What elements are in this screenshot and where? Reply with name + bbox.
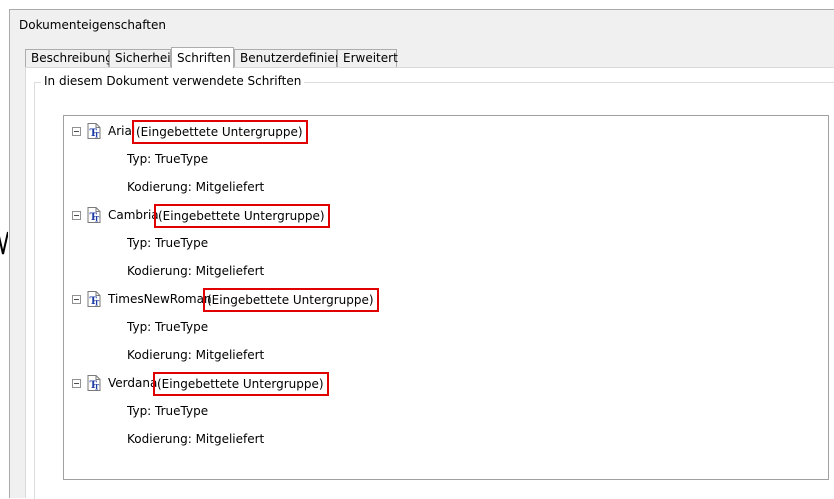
font-type: Typ: TrueType xyxy=(127,320,209,334)
collapse-toggle-icon[interactable] xyxy=(72,211,81,220)
document-properties-dialog: Dokumenteigenschaften Beschreibung Siche… xyxy=(9,9,834,499)
font-name: Cambria xyxy=(108,208,159,222)
tab-sicherheit[interactable]: Sicherheit xyxy=(109,49,175,67)
tab-erweitert[interactable]: Erweitert xyxy=(337,49,398,67)
collapse-toggle-icon[interactable] xyxy=(72,127,81,136)
dialog-title: Dokumenteigenschaften xyxy=(19,18,166,32)
svg-text:T: T xyxy=(94,131,100,140)
font-tree[interactable]: T T Arial (Eingebettete Untergruppe) Typ… xyxy=(63,115,829,480)
embedded-subset-label: (Eingebettete Untergruppe) xyxy=(153,372,329,396)
tab-benutzerdefiniert[interactable]: Benutzerdefiniert xyxy=(234,49,344,67)
tab-schriften[interactable]: Schriften xyxy=(171,47,234,68)
schriften-tab-panel: In diesem Dokument verwendete Schriften … xyxy=(25,67,834,499)
fonts-groupbox: In diesem Dokument verwendete Schriften … xyxy=(34,74,834,499)
font-encoding: Kodierung: Mitgeliefert xyxy=(127,432,265,446)
truetype-font-icon: T T xyxy=(87,291,101,307)
svg-text:T: T xyxy=(94,299,100,308)
collapse-toggle-icon[interactable] xyxy=(72,379,81,388)
font-type: Typ: TrueType xyxy=(127,152,209,166)
font-encoding: Kodierung: Mitgeliefert xyxy=(127,180,265,194)
truetype-font-icon: T T xyxy=(87,123,101,139)
truetype-font-icon: T T xyxy=(87,207,101,223)
truetype-font-icon: T T xyxy=(87,375,101,391)
svg-text:T: T xyxy=(94,215,100,224)
fonts-group-label: In diesem Dokument verwendete Schriften xyxy=(41,74,305,88)
embedded-subset-label: (Eingebettete Untergruppe) xyxy=(132,120,308,144)
background-glyph xyxy=(0,231,8,255)
svg-text:T: T xyxy=(94,383,100,392)
font-encoding: Kodierung: Mitgeliefert xyxy=(127,348,265,362)
font-encoding: Kodierung: Mitgeliefert xyxy=(127,264,265,278)
embedded-subset-label: (Eingebettete Untergruppe) xyxy=(154,204,330,228)
font-name: TimesNewRoman xyxy=(108,292,212,306)
font-name: Verdana xyxy=(108,376,158,390)
font-type: Typ: TrueType xyxy=(127,236,209,250)
collapse-toggle-icon[interactable] xyxy=(72,295,81,304)
embedded-subset-label: (Eingebettete Untergruppe) xyxy=(203,288,379,312)
tab-beschreibung[interactable]: Beschreibung xyxy=(25,49,113,67)
font-type: Typ: TrueType xyxy=(127,404,209,418)
